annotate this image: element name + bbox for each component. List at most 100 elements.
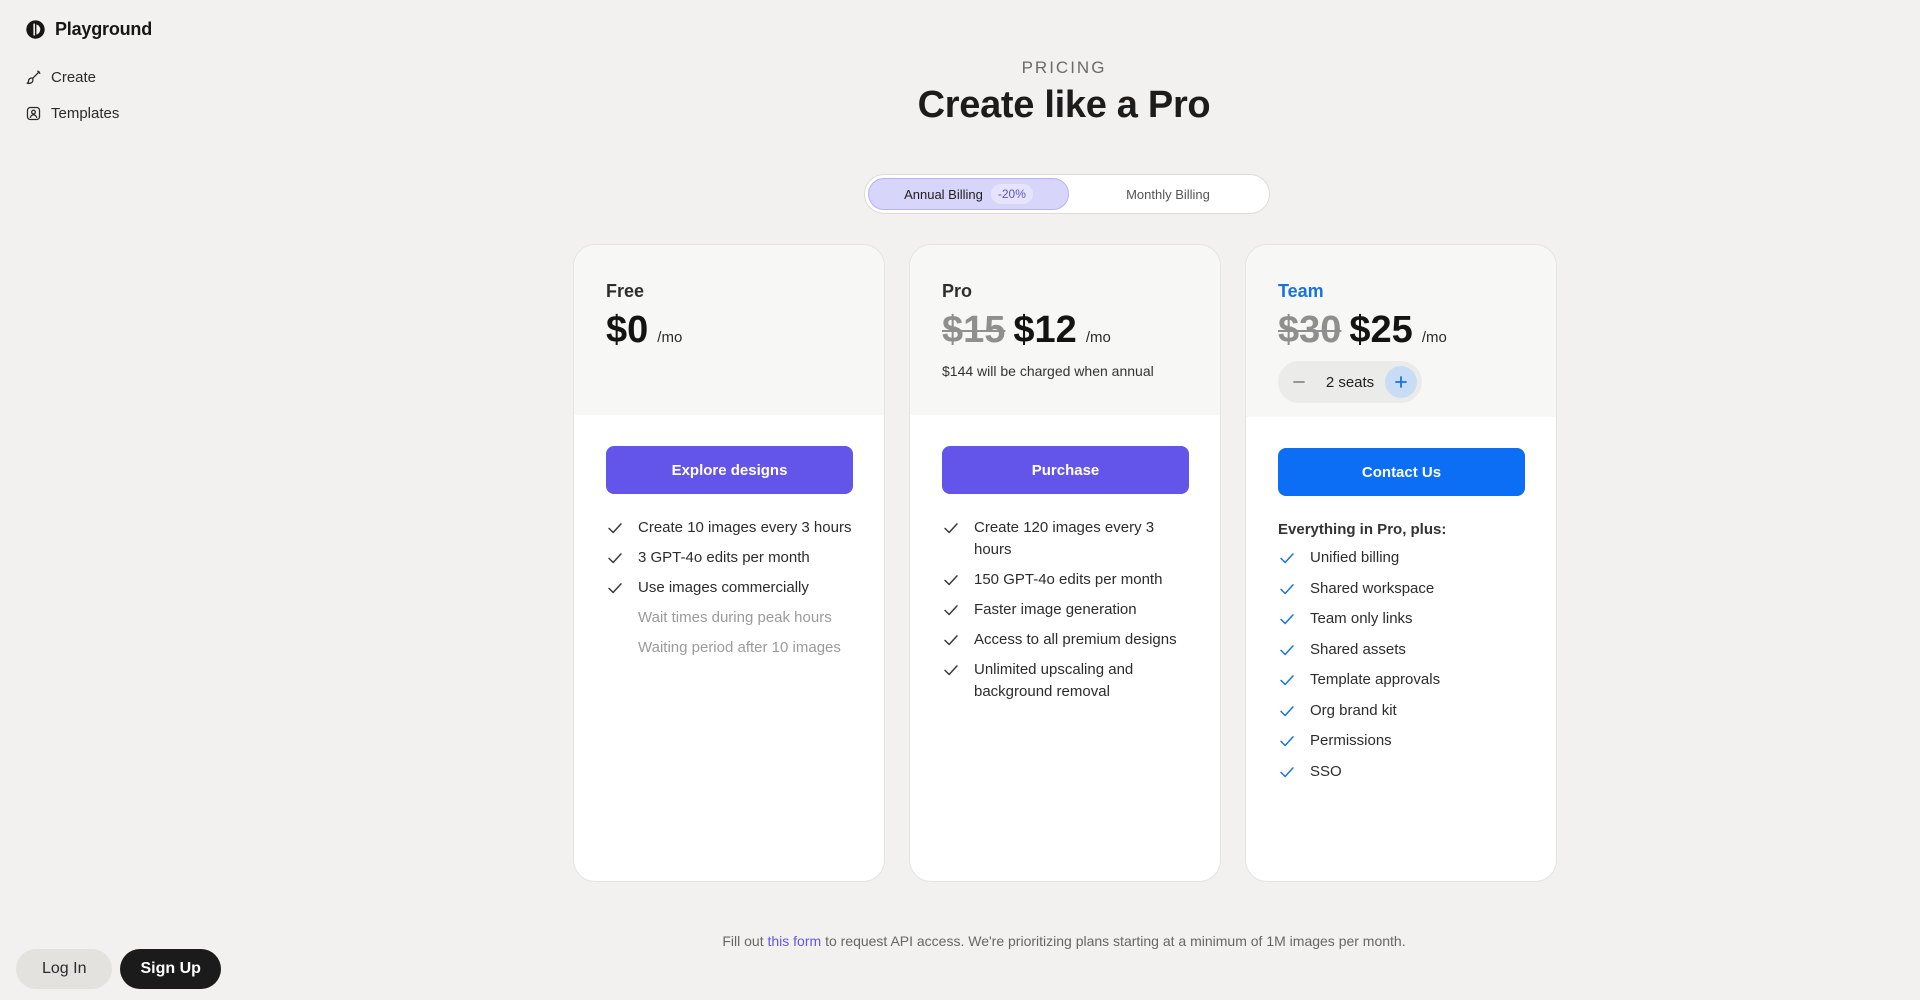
check-icon [942,629,962,651]
sidebar-item-templates[interactable]: Templates [25,105,119,122]
plan-price: $0 [606,309,649,351]
plan-name: Free [606,281,645,301]
original-price: $15 [942,309,1006,351]
feature-text: Faster image generation [974,601,1137,618]
feature-text: Access to all premium designs [974,631,1177,648]
feature-item: Create 10 images every 3 hours [606,517,856,539]
decrement-seats-button[interactable] [1283,366,1315,398]
page-title: Create like a Pro [917,84,1211,126]
check-icon [942,517,962,539]
check-icon [1278,730,1298,752]
feature-text: Org brand kit [1310,701,1397,719]
brand[interactable]: Playground [25,19,152,40]
discount-badge: -20% [990,184,1033,204]
feature-item: Use images commercially [606,577,856,599]
check-icon [606,577,626,599]
feature-item: Access to all premium designs [942,629,1192,651]
feature-text: Shared assets [1310,640,1406,658]
monthly-billing-option[interactable]: Monthly Billing [1069,178,1267,210]
feature-list: Create 10 images every 3 hours 3 GPT-4o … [606,517,856,667]
feature-item: SSO [1278,761,1528,783]
section-eyebrow: PRICING [1021,58,1107,77]
check-icon [606,547,626,569]
price-period: /mo [1421,329,1447,346]
price-row: $0 /mo [606,309,682,352]
check-icon [1278,547,1298,569]
feature-text: SSO [1310,762,1342,780]
billing-toggle: Annual Billing -20% Monthly Billing [864,174,1270,214]
feature-text: Template approvals [1310,671,1441,688]
check-icon [942,569,962,591]
feature-text: Wait times during peak hours [638,609,832,626]
check-icon [606,517,626,539]
feature-item-excluded: Waiting period after 10 images [606,637,856,659]
sidebar-item-label: Create [51,69,97,86]
api-access-note: Fill out this form to request API access… [240,933,1888,949]
feature-text: Unified billing [1310,549,1400,566]
feature-text: Team only links [1310,610,1413,627]
plus-icon [1395,376,1407,388]
feature-text: Create 120 images every 3 hours [974,519,1155,558]
feature-item: Create 120 images every 3 hours [942,517,1192,561]
price-row: $30 $25 /mo [1278,309,1447,352]
check-icon [1278,578,1298,600]
contact-us-button[interactable]: Contact Us [1278,448,1525,496]
login-button[interactable]: Log In [16,949,113,989]
purchase-button[interactable]: Purchase [942,446,1189,494]
playground-logo-icon [26,20,45,39]
feature-item: 3 GPT-4o edits per month [606,547,856,569]
plan-name: Team [1278,281,1324,301]
price-period: /mo [1085,329,1111,346]
feature-text: Use images commercially [638,579,809,596]
plan-card-free: Free $0 /mo Explore designs Create 10 im… [573,244,885,882]
check-icon [942,659,962,681]
feature-text: Create 10 images every 3 hours [638,519,852,536]
annual-billing-option[interactable]: Annual Billing -20% [868,178,1069,210]
seat-stepper: 2 seats [1278,361,1422,403]
check-icon [942,599,962,621]
footer-suffix: to request API access. We're prioritizin… [825,933,1406,949]
sidebar: Playground Create Templates Log In Sign … [0,0,240,1000]
feature-item: Shared assets [1278,639,1528,661]
check-icon [1278,700,1298,722]
explore-designs-button[interactable]: Explore designs [606,446,853,494]
check-icon [1278,761,1298,783]
feature-item: Shared workspace [1278,578,1528,600]
annual-charge-note: $144 will be charged when annual [942,363,1154,379]
feature-list: Create 120 images every 3 hours 150 GPT-… [942,517,1192,711]
original-price: $30 [1278,309,1342,351]
signup-button[interactable]: Sign Up [120,949,221,989]
price-period: /mo [657,329,683,346]
feature-item: Team only links [1278,608,1528,630]
seat-count: 2 seats [1325,373,1375,391]
annual-billing-label: Annual Billing [904,186,983,202]
monthly-billing-label: Monthly Billing [1126,186,1210,202]
feature-list: Unified billing Shared workspace Team on… [1278,547,1528,791]
feature-item: Permissions [1278,730,1528,752]
plan-card-team: Team $30 $25 /mo 2 seats Contact Us Ever… [1245,244,1557,882]
plan-name: Pro [942,281,973,301]
plan-price: $25 [1349,309,1413,351]
feature-item: Template approvals [1278,669,1528,691]
templates-icon [26,106,41,121]
price-row: $15 $12 /mo [942,309,1111,352]
check-icon [1278,639,1298,661]
feature-text: Unlimited upscaling and background remov… [974,661,1134,700]
api-form-link[interactable]: this form [767,933,821,949]
team-features-intro: Everything in Pro, plus: [1278,521,1447,538]
plan-card-pro: Pro $15 $12 /mo $144 will be charged whe… [909,244,1221,882]
check-icon [1278,669,1298,691]
feature-text: 3 GPT-4o edits per month [638,549,810,566]
increment-seats-button[interactable] [1385,366,1417,398]
plan-price: $12 [1013,309,1077,351]
sidebar-item-create[interactable]: Create [25,69,96,86]
auth-buttons: Log In Sign Up [16,949,221,989]
feature-item: Faster image generation [942,599,1192,621]
feature-text: Waiting period after 10 images [638,639,841,656]
check-icon [1278,608,1298,630]
feature-item: 150 GPT-4o edits per month [942,569,1192,591]
feature-text: Permissions [1310,732,1392,749]
pricing-main: PRICING Create like a Pro Annual Billing… [240,0,1920,1000]
minus-icon [1293,381,1305,383]
footer-prefix: Fill out [722,933,764,949]
